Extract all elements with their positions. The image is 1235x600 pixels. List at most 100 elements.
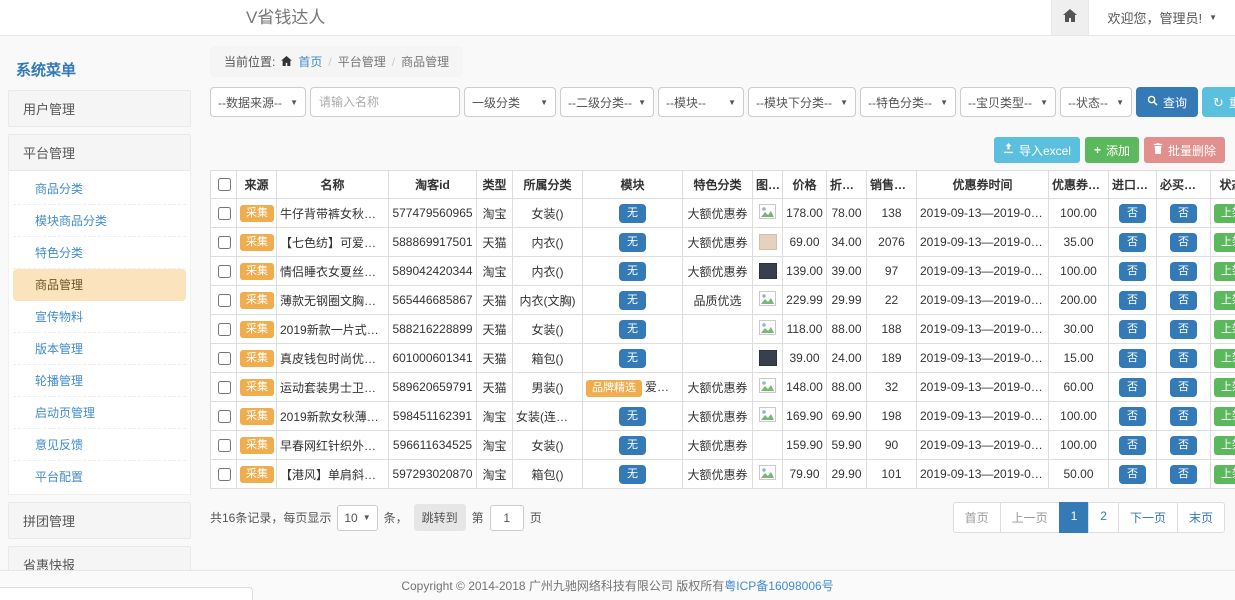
import-select-badge[interactable]: 否 xyxy=(1119,233,1146,252)
sidebar-item-平台管理[interactable]: 平台管理 xyxy=(8,134,191,171)
module-cell: 无 xyxy=(583,315,683,344)
data-source-select[interactable]: --数据来源--▼ xyxy=(210,87,306,117)
sidebar-item-拼团管理[interactable]: 拼团管理 xyxy=(8,502,191,539)
status-badge[interactable]: 上架 xyxy=(1214,204,1235,223)
row-checkbox[interactable] xyxy=(218,236,231,249)
per-page-select[interactable]: 10 ▼ xyxy=(337,505,377,531)
sidebar-item-商品管理[interactable]: 商品管理 xyxy=(13,269,186,301)
module-subcategory-select[interactable]: --模块下分类--▼ xyxy=(748,87,856,117)
sidebar-item-商品分类[interactable]: 商品分类 xyxy=(13,173,186,205)
status-badge[interactable]: 上架 xyxy=(1214,378,1235,397)
must-buy-badge[interactable]: 否 xyxy=(1170,320,1197,339)
import-select-badge[interactable]: 否 xyxy=(1119,349,1146,368)
status-badge[interactable]: 上架 xyxy=(1214,233,1235,252)
row-checkbox[interactable] xyxy=(218,323,231,336)
reset-button[interactable]: ↻ 重置 xyxy=(1202,87,1235,117)
row-checkbox[interactable] xyxy=(218,207,231,220)
row-checkbox[interactable] xyxy=(218,352,231,365)
status-badge[interactable]: 上架 xyxy=(1214,436,1235,455)
user-menu[interactable]: 欢迎您，管理员! ▼ xyxy=(1089,0,1235,35)
must-buy-badge[interactable]: 否 xyxy=(1170,407,1197,426)
product-type: 天猫 xyxy=(477,228,513,257)
price: 159.90 xyxy=(783,431,827,460)
select-all-checkbox[interactable] xyxy=(218,178,231,191)
add-button[interactable]: + 添加 xyxy=(1085,137,1139,163)
import-select-badge[interactable]: 否 xyxy=(1119,407,1146,426)
pager-page-1[interactable]: 1 xyxy=(1059,502,1090,533)
copyright-text: Copyright © 2014-2018 广州九驰网络科技有限公司 版权所有 xyxy=(401,577,724,594)
status-badge[interactable]: 上架 xyxy=(1214,320,1235,339)
status-select[interactable]: --状态--▼ xyxy=(1060,87,1132,117)
jump-page-input[interactable] xyxy=(490,505,524,531)
must-buy-badge[interactable]: 否 xyxy=(1170,262,1197,281)
status-badge[interactable]: 上架 xyxy=(1214,465,1235,484)
feature-category: 大额优惠券 xyxy=(683,199,753,228)
must-buy-badge[interactable]: 否 xyxy=(1170,349,1197,368)
sidebar-item-轮播管理[interactable]: 轮播管理 xyxy=(13,365,186,397)
batch-delete-button[interactable]: 批量删除 xyxy=(1144,137,1225,163)
sidebar-item-宣传物料[interactable]: 宣传物料 xyxy=(13,301,186,333)
must-buy-badge[interactable]: 否 xyxy=(1170,291,1197,310)
product-name: 薄款无钢圈文胸聚拢性... xyxy=(277,286,389,315)
must-buy-badge[interactable]: 否 xyxy=(1170,233,1197,252)
must-buy-badge[interactable]: 否 xyxy=(1170,436,1197,455)
item-type-select[interactable]: --宝贝类型--▼ xyxy=(960,87,1056,117)
must-buy-badge[interactable]: 否 xyxy=(1170,465,1197,484)
sidebar-item-意见反馈[interactable]: 意见反馈 xyxy=(13,429,186,461)
pager-prev[interactable]: 上一页 xyxy=(1000,502,1060,533)
import-select-badge[interactable]: 否 xyxy=(1119,262,1146,281)
status-badge[interactable]: 上架 xyxy=(1214,291,1235,310)
sidebar-item-省惠快报[interactable]: 省惠快报 xyxy=(8,546,191,571)
main-content: 当前位置: 首页 / 平台管理 / 商品管理 --数据来源--▼ 一级分类▼ -… xyxy=(210,36,1225,570)
pagination-bar: 共16条记录，每页显示 10 ▼ 条， 跳转到 第 页 首页 上一页 1 2 下… xyxy=(210,502,1225,533)
sidebar-item-版本管理[interactable]: 版本管理 xyxy=(13,333,186,365)
row-checkbox[interactable] xyxy=(218,265,231,278)
pager-first[interactable]: 首页 xyxy=(953,502,1001,533)
import-select-badge[interactable]: 否 xyxy=(1119,436,1146,455)
row-checkbox[interactable] xyxy=(218,410,231,423)
row-checkbox[interactable] xyxy=(218,381,231,394)
status-badge[interactable]: 上架 xyxy=(1214,349,1235,368)
sidebar-item-平台配置[interactable]: 平台配置 xyxy=(13,461,186,492)
import-excel-button[interactable]: 导入excel xyxy=(994,137,1080,163)
row-checkbox[interactable] xyxy=(218,468,231,481)
feature-category-select[interactable]: --特色分类--▼ xyxy=(860,87,956,117)
sidebar-item-启动页管理[interactable]: 启动页管理 xyxy=(13,397,186,429)
import-select-badge[interactable]: 否 xyxy=(1119,465,1146,484)
table-row: 采集 情侣睡衣女夏丝绸男士... 589042420344 淘宝 内衣() 无 … xyxy=(211,257,1235,286)
home-button[interactable] xyxy=(1051,0,1089,35)
status-badge[interactable]: 上架 xyxy=(1214,407,1235,426)
level1-category-select[interactable]: 一级分类▼ xyxy=(464,87,556,117)
module-badge: 无 xyxy=(619,465,646,484)
coupon-time: 2019-09-13—2019-09-17 xyxy=(917,431,1049,460)
product-name: 【七色纺】可爱纯棉家... xyxy=(277,228,389,257)
status-badge[interactable]: 上架 xyxy=(1214,262,1235,281)
search-button[interactable]: 查询 xyxy=(1136,87,1198,117)
must-buy-badge[interactable]: 否 xyxy=(1170,378,1197,397)
breadcrumb-home-link[interactable]: 首页 xyxy=(298,53,322,70)
must-buy-badge[interactable]: 否 xyxy=(1170,204,1197,223)
product-type: 天猫 xyxy=(477,373,513,402)
sidebar-item-特色分类[interactable]: 特色分类 xyxy=(13,237,186,269)
taoke-id: 597293020870 xyxy=(389,460,477,489)
import-select-badge[interactable]: 否 xyxy=(1119,204,1146,223)
row-checkbox[interactable] xyxy=(218,439,231,452)
level2-category-select[interactable]: --二级分类--▼ xyxy=(560,87,654,117)
sales-count: 189 xyxy=(867,344,917,373)
import-select-badge[interactable]: 否 xyxy=(1119,291,1146,310)
module-cell: 无 xyxy=(583,257,683,286)
pager-next[interactable]: 下一页 xyxy=(1118,502,1178,533)
pager-page-2[interactable]: 2 xyxy=(1088,502,1119,533)
pager-last[interactable]: 末页 xyxy=(1177,502,1225,533)
name-search-input[interactable] xyxy=(310,87,460,117)
row-checkbox[interactable] xyxy=(218,294,231,307)
breadcrumb-item-platform[interactable]: 平台管理 xyxy=(338,53,386,70)
sidebar-item-用户管理[interactable]: 用户管理 xyxy=(8,90,191,127)
import-select-badge[interactable]: 否 xyxy=(1119,320,1146,339)
icp-link[interactable]: 粤ICP备16098006号 xyxy=(724,577,833,594)
jump-button[interactable]: 跳转到 xyxy=(414,504,466,531)
module-select[interactable]: --模块--▼ xyxy=(658,87,744,117)
product-category: 女装(连衣裙) xyxy=(513,402,583,431)
import-select-badge[interactable]: 否 xyxy=(1119,378,1146,397)
sidebar-item-模块商品分类[interactable]: 模块商品分类 xyxy=(13,205,186,237)
